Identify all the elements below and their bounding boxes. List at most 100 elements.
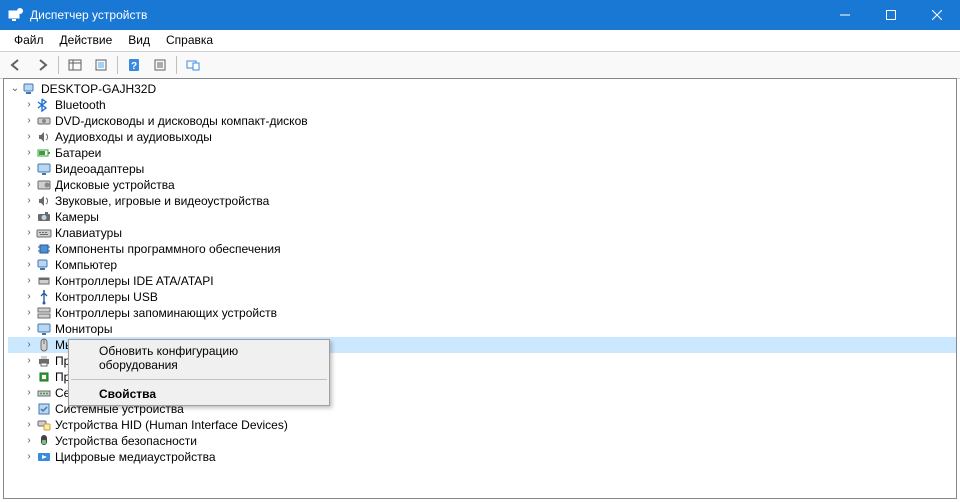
show-hidden-button[interactable] — [63, 53, 87, 77]
print-icon — [36, 353, 52, 369]
computer-icon — [22, 81, 38, 97]
tree-item-label: Аудиовходы и аудиовыходы — [55, 129, 218, 145]
svg-text:?: ? — [131, 61, 137, 72]
tree-item-software[interactable]: › Компоненты программного обеспечения — [8, 241, 956, 257]
tree-item-label: Bluetooth — [55, 97, 112, 113]
context-menu-props[interactable]: Свойства — [69, 383, 329, 405]
close-button[interactable] — [914, 0, 960, 30]
battery-icon — [36, 145, 52, 161]
expand-toggle-icon[interactable]: › — [22, 161, 36, 177]
expand-toggle-icon[interactable]: › — [22, 369, 36, 385]
tree-item-label: Видеоадаптеры — [55, 161, 150, 177]
camera-icon — [36, 209, 52, 225]
security-icon — [36, 433, 52, 449]
tree-item-label: DESKTOP-GAJH32D — [41, 81, 162, 97]
properties-button[interactable] — [148, 53, 172, 77]
usb-icon — [36, 289, 52, 305]
expand-toggle-icon[interactable]: › — [22, 225, 36, 241]
expand-toggle-icon[interactable]: › — [22, 257, 36, 273]
scan-button[interactable] — [89, 53, 113, 77]
expand-toggle-icon[interactable]: › — [22, 193, 36, 209]
expand-toggle-icon[interactable]: › — [22, 385, 36, 401]
tree-item-keyboard[interactable]: › Клавиатуры — [8, 225, 956, 241]
tree-item-label: Контроллеры USB — [55, 289, 164, 305]
expand-toggle-icon[interactable]: › — [22, 353, 36, 369]
tree-item-battery[interactable]: ›Батареи — [8, 145, 956, 161]
keyboard-icon — [36, 225, 52, 241]
expand-toggle-icon[interactable]: › — [22, 273, 36, 289]
device-tree-panel: ⌄ DESKTOP-GAJH32D › Bluetooth › DVD-дисководы… — [3, 78, 957, 499]
dvd-icon — [36, 113, 52, 129]
expand-toggle-icon[interactable]: › — [22, 289, 36, 305]
expand-toggle-icon[interactable]: › — [22, 337, 36, 353]
tree-item-label: DVD-дисководы и дисководы компакт-дисков — [55, 113, 314, 129]
expand-toggle-icon[interactable]: › — [22, 129, 36, 145]
tree-item-label: Камеры — [55, 209, 105, 225]
mouse-icon — [36, 337, 52, 353]
tree-item-display[interactable]: › Видеоадаптеры — [8, 161, 956, 177]
tree-item-label: Контроллеры IDE ATA/ATAPI — [55, 273, 220, 289]
titlebar: Диспетчер устройств — [0, 0, 960, 30]
display-icon — [36, 161, 52, 177]
bluetooth-icon — [36, 97, 52, 113]
tree-item-security[interactable]: › Устройства безопасности — [8, 433, 956, 449]
toolbar-separator — [176, 56, 177, 74]
system-icon — [36, 401, 52, 417]
tree-item-audio[interactable]: › Аудиовходы и аудиовыходы — [8, 129, 956, 145]
tree-item-dvd[interactable]: › DVD-дисководы и дисководы компакт-диско… — [8, 113, 956, 129]
expand-toggle-icon[interactable]: › — [22, 305, 36, 321]
expand-toggle-icon[interactable]: › — [22, 177, 36, 193]
expand-toggle-icon[interactable]: › — [22, 97, 36, 113]
tree-item-camera[interactable]: › Камеры — [8, 209, 956, 225]
forward-button[interactable] — [30, 53, 54, 77]
device-tree[interactable]: ⌄ DESKTOP-GAJH32D › Bluetooth › DVD-дисководы… — [4, 79, 956, 467]
tree-item-computer[interactable]: ›Компьютер — [8, 257, 956, 273]
sgv-icon — [36, 193, 52, 209]
menu-file[interactable]: Файл — [6, 31, 52, 49]
devices-button[interactable] — [181, 53, 205, 77]
tree-item-label: Компоненты программного обеспечения — [55, 241, 287, 257]
tree-item-media[interactable]: ›Цифровые медиаустройства — [8, 449, 956, 465]
window-title: Диспетчер устройств — [30, 8, 822, 22]
network-icon — [36, 385, 52, 401]
expand-toggle-icon[interactable]: › — [22, 417, 36, 433]
expand-toggle-icon[interactable]: › — [22, 321, 36, 337]
media-icon — [36, 449, 52, 465]
minimize-button[interactable] — [822, 0, 868, 30]
tree-root[interactable]: ⌄ DESKTOP-GAJH32D — [8, 81, 956, 97]
hid-icon — [36, 417, 52, 433]
tree-item-sgv[interactable]: › Звуковые, игровые и видеоустройства — [8, 193, 956, 209]
help-button[interactable]: ? — [122, 53, 146, 77]
expand-toggle-icon[interactable]: › — [22, 145, 36, 161]
tree-item-monitor[interactable]: ›Мониторы — [8, 321, 956, 337]
tree-item-bluetooth[interactable]: › Bluetooth — [8, 97, 956, 113]
expand-toggle-icon[interactable]: › — [22, 401, 36, 417]
menu-help[interactable]: Справка — [158, 31, 221, 49]
expand-toggle-icon[interactable]: › — [22, 209, 36, 225]
back-button[interactable] — [4, 53, 28, 77]
tree-item-storage[interactable]: › Контроллеры запоминающих устройств — [8, 305, 956, 321]
tree-item-ide[interactable]: › Контроллеры IDE ATA/ATAPI — [8, 273, 956, 289]
tree-item-label: Устройства безопасности — [55, 433, 203, 449]
toolbar-separator — [58, 56, 59, 74]
cpu-icon — [36, 369, 52, 385]
context-menu: Обновить конфигурацию оборудования Свойст… — [68, 339, 330, 406]
maximize-button[interactable] — [868, 0, 914, 30]
menu-view[interactable]: Вид — [120, 31, 158, 49]
disk-icon — [36, 177, 52, 193]
monitor-icon — [36, 321, 52, 337]
tree-item-disk[interactable]: ›Дисковые устройства — [8, 177, 956, 193]
tree-item-usb[interactable]: › Контроллеры USB — [8, 289, 956, 305]
expand-toggle-icon[interactable]: › — [22, 449, 36, 465]
expand-toggle-icon[interactable]: › — [22, 113, 36, 129]
tree-item-label: Клавиатуры — [55, 225, 128, 241]
expand-toggle-icon[interactable]: ⌄ — [8, 81, 22, 97]
context-menu-separator — [71, 379, 327, 380]
expand-toggle-icon[interactable]: › — [22, 433, 36, 449]
tree-item-label: Звуковые, игровые и видеоустройства — [55, 193, 275, 209]
menu-action[interactable]: Действие — [52, 31, 121, 49]
context-menu-scan[interactable]: Обновить конфигурацию оборудования — [69, 340, 329, 376]
tree-item-hid[interactable]: ›Устройства HID (Human Interface Devices… — [8, 417, 956, 433]
tree-item-label: Контроллеры запоминающих устройств — [55, 305, 283, 321]
expand-toggle-icon[interactable]: › — [22, 241, 36, 257]
